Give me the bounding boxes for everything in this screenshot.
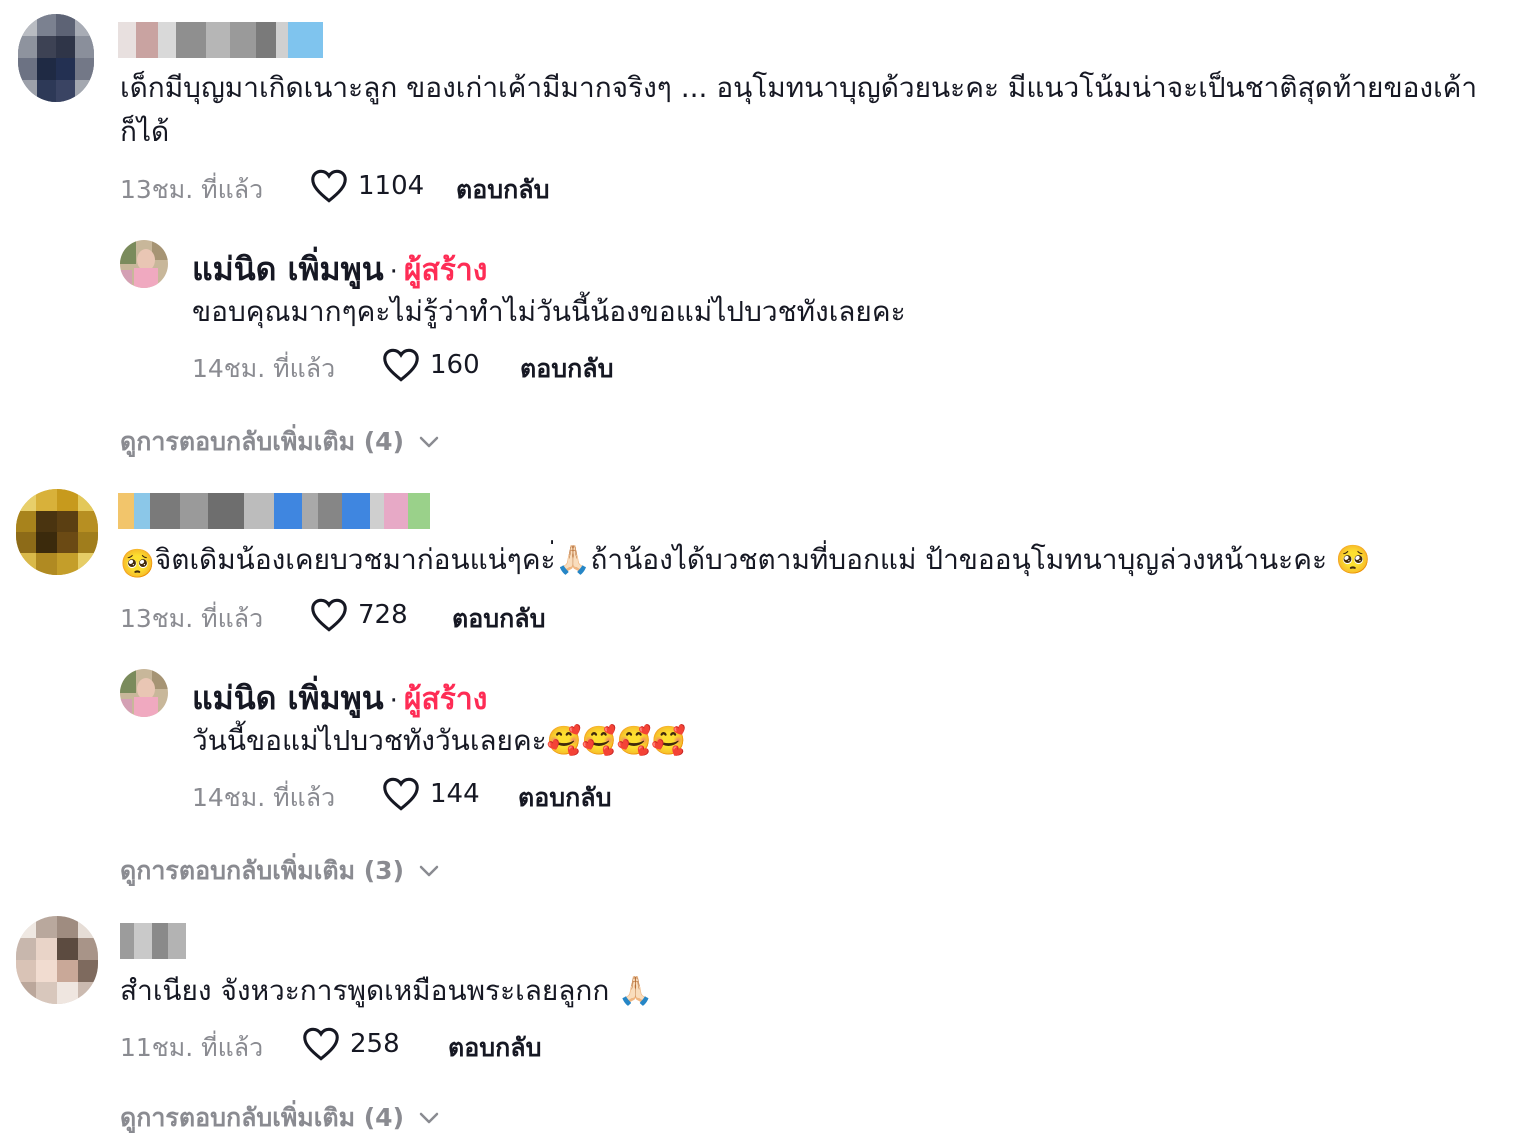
separator-dot: · <box>389 257 398 287</box>
chevron-down-icon <box>419 436 439 448</box>
like-button[interactable]: 258 <box>302 1027 400 1061</box>
reply-button[interactable]: ตอบกลับ <box>518 778 611 818</box>
like-count: 728 <box>358 600 408 630</box>
comment-text: สำเนียง จังหวะการพูดเหมือนพระเลยลูกก 🙏🏻 <box>120 974 654 1007</box>
reply-timestamp: 14ชม. ที่แล้ว <box>192 783 336 812</box>
heart-outline-icon <box>383 348 419 382</box>
commenter-username-blurred[interactable] <box>118 22 323 58</box>
view-more-label: ดูการตอบกลับเพิ่มเติม (3) <box>120 856 404 885</box>
creator-name[interactable]: แม่นิด เพิ่มพูน <box>192 250 384 288</box>
chevron-down-icon <box>419 865 439 877</box>
reply-like-button[interactable]: 144 <box>382 777 480 811</box>
comment-text: เด็กมีบุญมาเกิดเนาะลูก ของเก่าเค้ามีมากจ… <box>120 71 1478 148</box>
creator-avatar[interactable] <box>120 669 168 717</box>
like-count: 1104 <box>358 171 425 201</box>
avatar-pixelated-image <box>16 489 98 575</box>
reply-like-button[interactable]: 160 <box>382 348 480 382</box>
like-button[interactable]: 1104 <box>310 169 424 203</box>
comment-text: 🥺จิตเดิมน้องเคยบวชมาก่อนแน่ๆคะ่🙏🏻ถ้าน้อง… <box>120 538 1371 586</box>
comment-text-main: จิตเดิมน้องเคยบวชมาก่อนแน่ๆคะ่🙏🏻ถ้าน้องไ… <box>154 543 1371 576</box>
pleading-face-emoji: 🥺 <box>120 547 155 580</box>
like-count: 144 <box>430 779 480 809</box>
creator-reply-text: วันนี้ขอแม่ไปบวชทังวันเลยคะ🥰🥰🥰🥰 <box>192 724 687 757</box>
commenter-avatar[interactable] <box>16 489 98 575</box>
creator-badge: ผู้สร้าง <box>403 253 488 288</box>
like-count: 258 <box>350 1029 400 1059</box>
creator-avatar-image <box>120 669 168 717</box>
heart-outline-icon <box>303 1027 339 1061</box>
chevron-down-icon <box>419 1112 439 1124</box>
reply-button[interactable]: ตอบกลับ <box>456 170 549 210</box>
comment-timestamp: 11ชม. ที่แล้ว <box>120 1033 264 1062</box>
creator-name[interactable]: แม่นิด เพิ่มพูน <box>192 679 384 717</box>
creator-avatar[interactable] <box>120 240 168 288</box>
creator-badge: ผู้สร้าง <box>403 682 488 717</box>
creator-reply-text: ขอบคุณมากๆคะไม่รู้ว่าทำไม่วันนี้น้องขอแม… <box>192 295 906 328</box>
heart-outline-icon <box>383 777 419 811</box>
like-button[interactable]: 728 <box>310 598 408 632</box>
view-more-label: ดูการตอบกลับเพิ่มเติม (4) <box>120 427 404 456</box>
comment-timestamp: 13ชม. ที่แล้ว <box>120 175 264 204</box>
commenter-username-blurred[interactable] <box>118 493 436 529</box>
comment-timestamp: 13ชม. ที่แล้ว <box>120 604 264 633</box>
commenter-avatar[interactable] <box>18 14 94 102</box>
reply-button[interactable]: ตอบกลับ <box>452 599 545 639</box>
creator-reply-header: แม่นิด เพิ่มพูน · ผู้สร้าง <box>192 244 487 295</box>
reply-button[interactable]: ตอบกลับ <box>520 349 613 389</box>
view-more-replies[interactable]: ดูการตอบกลับเพิ่มเติม (4) <box>120 1098 440 1138</box>
creator-reply-header: แม่นิด เพิ่มพูน · ผู้สร้าง <box>192 673 487 724</box>
heart-outline-icon <box>311 598 347 632</box>
view-more-replies[interactable]: ดูการตอบกลับเพิ่มเติม (3) <box>120 851 440 891</box>
creator-avatar-image <box>120 240 168 288</box>
like-count: 160 <box>430 350 480 380</box>
separator-dot: · <box>389 686 398 716</box>
avatar-pixelated-image <box>16 916 98 1004</box>
reply-timestamp: 14ชม. ที่แล้ว <box>192 354 336 383</box>
avatar-pixelated-image <box>18 14 94 102</box>
commenter-avatar[interactable] <box>16 916 98 1004</box>
view-more-replies[interactable]: ดูการตอบกลับเพิ่มเติม (4) <box>120 422 440 462</box>
commenter-username-blurred[interactable] <box>120 923 186 959</box>
heart-outline-icon <box>311 169 347 203</box>
reply-button[interactable]: ตอบกลับ <box>448 1028 541 1068</box>
view-more-label: ดูการตอบกลับเพิ่มเติม (4) <box>120 1103 404 1132</box>
